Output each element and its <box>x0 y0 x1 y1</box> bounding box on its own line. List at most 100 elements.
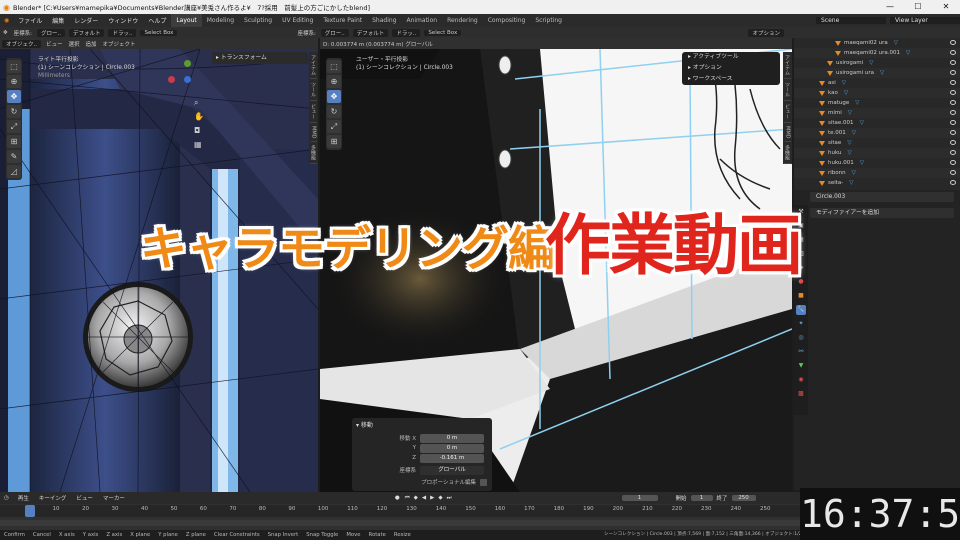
outliner-row[interactable]: sitae ▽ <box>794 138 960 148</box>
modifier-icon[interactable]: ▽ <box>848 110 852 116</box>
record-button[interactable]: ● <box>392 495 403 501</box>
outliner-row[interactable]: seita- ▽ <box>794 178 960 188</box>
visibility-eye-icon[interactable] <box>950 40 956 45</box>
outliner-row[interactable]: maeqami02 ura ▽ <box>794 38 960 48</box>
timeline-view-menu[interactable]: ビュー <box>71 494 98 502</box>
outliner-row[interactable]: matuge ▽ <box>794 98 960 108</box>
scene-selector[interactable]: Scene <box>816 17 886 24</box>
object-props-icon[interactable]: ■ <box>796 291 806 301</box>
tab-modeling[interactable]: Modeling <box>202 14 239 27</box>
menu-render[interactable]: レンダー <box>69 16 103 25</box>
select-box-dropdown-right[interactable]: Select Box <box>424 29 462 36</box>
maximize-button[interactable]: ☐ <box>904 0 932 14</box>
modifier-icon[interactable]: ▽ <box>860 120 864 126</box>
sidetab-view-right[interactable]: ビュー <box>784 101 791 123</box>
object-mode-dropdown[interactable]: オブジェク.. <box>2 39 41 48</box>
modifier-icon[interactable]: ▽ <box>860 160 864 166</box>
camera-icon[interactable]: ◘ <box>194 126 205 140</box>
rotate-tool-icon[interactable]: ↻ <box>7 105 21 118</box>
visibility-eye-icon[interactable] <box>950 50 956 55</box>
playhead[interactable] <box>25 505 35 517</box>
menu-file[interactable]: ファイル <box>13 16 47 25</box>
outliner-row[interactable]: te.001 ▽ <box>794 128 960 138</box>
sidetab-tool[interactable]: ツール <box>310 79 317 101</box>
minimize-button[interactable]: — <box>876 0 904 14</box>
menu-view[interactable]: ビュー <box>43 40 66 48</box>
gizmo-y-axis-icon[interactable] <box>184 60 191 67</box>
transform-panel[interactable]: ▸ トランスフォーム <box>212 52 308 64</box>
tab-shading[interactable]: Shading <box>367 14 401 27</box>
tab-texture-paint[interactable]: Texture Paint <box>318 14 367 27</box>
options-dropdown[interactable]: オプション <box>748 28 784 37</box>
timeline-marker-menu[interactable]: マーカー <box>98 494 130 502</box>
outliner-row[interactable]: maeqami02 ura.001 ▽ <box>794 48 960 58</box>
menu-help[interactable]: ヘルプ <box>143 16 171 25</box>
proportional-checkbox[interactable] <box>480 478 487 486</box>
modifier-icon[interactable]: ▽ <box>847 150 851 156</box>
blender-menu-icon[interactable]: ◉ <box>0 17 13 24</box>
jump-start-icon[interactable]: ⏮ <box>403 495 412 502</box>
pivot-dropdown[interactable]: デフォルト <box>68 28 105 37</box>
tab-layout[interactable]: Layout <box>171 14 202 27</box>
tab-rendering[interactable]: Rendering <box>442 14 483 27</box>
grid-icon[interactable]: ▦ <box>194 140 205 154</box>
move-y-field[interactable]: 0 m <box>420 443 484 453</box>
timeline-editor-icon[interactable]: ◷ <box>0 495 13 501</box>
visibility-eye-icon[interactable] <box>950 180 956 185</box>
modifier-props-icon[interactable]: 🔧 <box>796 305 806 315</box>
zoom-icon[interactable]: ⌕ <box>194 98 205 112</box>
modifier-icon[interactable]: ▽ <box>852 130 856 136</box>
move-tool-button[interactable]: ✥ <box>7 90 21 103</box>
modifier-icon[interactable]: ▽ <box>880 70 884 76</box>
move-z-field[interactable]: -0.161 m <box>420 453 484 463</box>
visibility-eye-icon[interactable] <box>950 140 956 145</box>
modifier-icon[interactable]: ▽ <box>869 60 873 66</box>
modifier-icon[interactable]: ▽ <box>906 50 910 56</box>
texture-props-icon[interactable]: ▩ <box>796 389 806 399</box>
visibility-eye-icon[interactable] <box>950 120 956 125</box>
close-button[interactable]: ✕ <box>932 0 960 14</box>
navigation-gizmo[interactable] <box>168 60 208 100</box>
select-box-dropdown[interactable]: Select Box <box>140 29 178 36</box>
tab-uv-editing[interactable]: UV Editing <box>277 14 318 27</box>
menu-object[interactable]: オブジェクト <box>100 40 139 48</box>
drag-dropdown[interactable]: ドラッ.. <box>108 28 137 37</box>
visibility-eye-icon[interactable] <box>950 130 956 135</box>
outliner-row[interactable]: huku ▽ <box>794 148 960 158</box>
visibility-eye-icon[interactable] <box>950 170 956 175</box>
coord-dropdown-right[interactable]: グロー.. <box>320 28 349 37</box>
menu-add[interactable]: 追加 <box>83 40 100 48</box>
coord-dropdown[interactable]: グロー.. <box>36 28 65 37</box>
outliner-row[interactable]: usirogami ▽ <box>794 58 960 68</box>
timeline-keying-menu[interactable]: キーイング <box>34 494 72 502</box>
visibility-eye-icon[interactable] <box>950 150 956 155</box>
modifier-icon[interactable]: ▽ <box>852 170 856 176</box>
sidetab-multi[interactable]: 多機能 <box>310 142 317 165</box>
gizmo-z-axis-icon[interactable] <box>184 76 191 83</box>
object-name-field[interactable]: Circle.003 <box>810 192 954 202</box>
measure-tool-icon[interactable]: ◿ <box>7 165 21 178</box>
move-operator-panel[interactable]: ▾ 移動 移動 X 0 m Y 0 m Z -0.161 m 座標系 グローバル… <box>352 418 492 491</box>
visibility-eye-icon[interactable] <box>950 160 956 165</box>
pan-hand-icon[interactable]: ✋ <box>194 112 205 126</box>
modifier-icon[interactable]: ▽ <box>894 40 898 46</box>
sidetab-view[interactable]: ビュー <box>310 101 317 123</box>
transform-tool-icon[interactable]: ⊞ <box>7 135 21 148</box>
particles-props-icon[interactable]: ✦ <box>796 319 806 329</box>
modifier-icon[interactable]: ▽ <box>855 100 859 106</box>
outliner-row[interactable]: usirogami ura ▽ <box>794 68 960 78</box>
select-tool-icon-right[interactable]: ⬚ <box>327 60 341 73</box>
sidetab-tool-right[interactable]: ツール <box>784 79 791 101</box>
end-frame-field[interactable]: 250 <box>731 495 756 501</box>
gizmo-x-axis-icon[interactable] <box>168 76 175 83</box>
cursor-tool-icon-right[interactable]: ⊕ <box>327 75 341 88</box>
modifier-icon[interactable]: ▽ <box>849 180 853 186</box>
sidetab-mmd-right[interactable]: MMD <box>784 123 791 143</box>
move-panel-title[interactable]: ▾ 移動 <box>356 420 373 429</box>
pivot-dropdown-right[interactable]: デフォルト <box>352 28 389 37</box>
menu-window[interactable]: ウィンドウ <box>103 16 143 25</box>
tab-compositing[interactable]: Compositing <box>483 14 531 27</box>
cursor-tool-icon[interactable]: ⊕ <box>7 75 21 88</box>
visibility-eye-icon[interactable] <box>950 60 956 65</box>
scale-tool-icon[interactable]: ⤢ <box>7 120 21 133</box>
